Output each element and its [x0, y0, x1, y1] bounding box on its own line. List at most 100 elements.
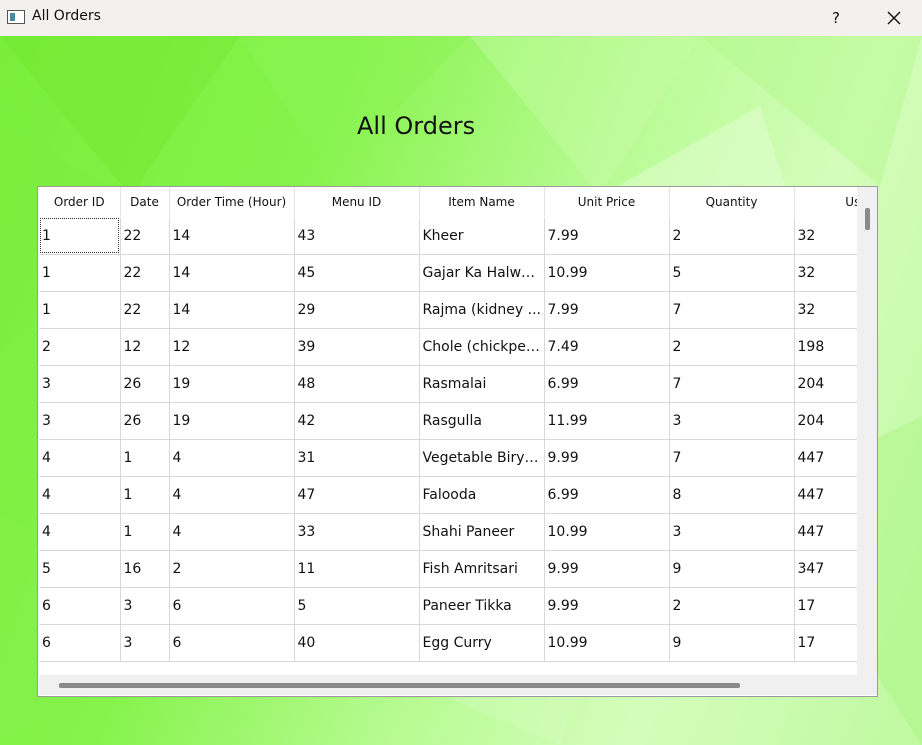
cell-menu-id[interactable]: 42	[294, 402, 420, 440]
orders-table[interactable]: Order ID Date Order Time (Hour) Menu ID …	[37, 186, 878, 697]
cell-quantity[interactable]: 9	[669, 624, 795, 662]
cell-order-id[interactable]: 6	[39, 624, 121, 662]
cell-user[interactable]: 204	[794, 402, 857, 440]
cell-item-name[interactable]: Gajar Ka Halwa ...	[419, 254, 545, 292]
cell-order-time[interactable]: 19	[169, 365, 295, 403]
cell-user[interactable]: 198	[794, 328, 857, 366]
cell-user[interactable]: 32	[794, 291, 857, 329]
help-button[interactable]: ?	[818, 4, 854, 32]
cell-quantity[interactable]: 2	[669, 217, 795, 255]
cell-menu-id[interactable]: 33	[294, 513, 420, 551]
cell-date[interactable]: 22	[120, 217, 170, 255]
horizontal-scroll-thumb[interactable]	[59, 683, 740, 688]
table-row[interactable]: 2 12 12 39 Chole (chickpea... 7.49 2 198	[39, 328, 857, 366]
table-row[interactable]: 1 22 14 43 Kheer 7.99 2 32	[39, 217, 857, 255]
cell-user[interactable]: 447	[794, 439, 857, 477]
cell-unit-price[interactable]: 9.99	[544, 587, 670, 625]
cell-quantity[interactable]: 7	[669, 365, 795, 403]
cell-order-time[interactable]: 6	[169, 624, 295, 662]
cell-order-id[interactable]: 1	[39, 254, 121, 292]
cell-quantity[interactable]: 3	[669, 402, 795, 440]
cell-unit-price[interactable]: 7.99	[544, 291, 670, 329]
cell-order-id[interactable]: 4	[39, 513, 121, 551]
cell-menu-id[interactable]: 5	[294, 587, 420, 625]
cell-unit-price[interactable]: 10.99	[544, 513, 670, 551]
cell-date[interactable]: 26	[120, 365, 170, 403]
cell-order-id[interactable]: 1	[39, 217, 121, 255]
cell-menu-id[interactable]: 40	[294, 624, 420, 662]
table-row[interactable]: 4 1 4 47 Falooda 6.99 8 447	[39, 476, 857, 514]
table-row[interactable]: 4 1 4 33 Shahi Paneer 10.99 3 447	[39, 513, 857, 551]
cell-item-name[interactable]: Kheer	[419, 217, 545, 255]
cell-user[interactable]: 17	[794, 587, 857, 625]
cell-order-time[interactable]: 2	[169, 550, 295, 588]
cell-menu-id[interactable]: 47	[294, 476, 420, 514]
vertical-scrollbar[interactable]	[857, 187, 877, 675]
column-header-date[interactable]: Date	[120, 187, 170, 218]
cell-date[interactable]: 1	[120, 476, 170, 514]
cell-quantity[interactable]: 7	[669, 439, 795, 477]
cell-quantity[interactable]: 2	[669, 587, 795, 625]
cell-user[interactable]: 17	[794, 624, 857, 662]
cell-user[interactable]: 204	[794, 365, 857, 403]
table-row[interactable]: 5 16 2 11 Fish Amritsari 9.99 9 347	[39, 550, 857, 588]
cell-date[interactable]: 22	[120, 291, 170, 329]
cell-order-id[interactable]: 2	[39, 328, 121, 366]
cell-order-time[interactable]: 4	[169, 439, 295, 477]
vertical-scroll-thumb[interactable]	[865, 208, 870, 230]
column-header-user[interactable]: Use	[794, 187, 857, 218]
cell-order-time[interactable]: 19	[169, 402, 295, 440]
cell-menu-id[interactable]: 31	[294, 439, 420, 477]
column-header-order-time[interactable]: Order Time (Hour)	[169, 187, 295, 218]
cell-date[interactable]: 1	[120, 439, 170, 477]
cell-order-id[interactable]: 4	[39, 476, 121, 514]
cell-user[interactable]: 32	[794, 254, 857, 292]
table-row[interactable]: 3 26 19 48 Rasmalai 6.99 7 204	[39, 365, 857, 403]
cell-unit-price[interactable]: 6.99	[544, 476, 670, 514]
column-header-quantity[interactable]: Quantity	[669, 187, 795, 218]
cell-item-name[interactable]: Rajma (kidney ...	[419, 291, 545, 329]
cell-unit-price[interactable]: 10.99	[544, 624, 670, 662]
cell-menu-id[interactable]: 48	[294, 365, 420, 403]
cell-order-time[interactable]: 12	[169, 328, 295, 366]
cell-user[interactable]: 447	[794, 476, 857, 514]
cell-quantity[interactable]: 7	[669, 291, 795, 329]
cell-item-name[interactable]: Shahi Paneer	[419, 513, 545, 551]
cell-unit-price[interactable]: 7.99	[544, 217, 670, 255]
table-row[interactable]: 3 26 19 42 Rasgulla 11.99 3 204	[39, 402, 857, 440]
cell-item-name[interactable]: Vegetable Biryani	[419, 439, 545, 477]
cell-date[interactable]: 12	[120, 328, 170, 366]
cell-order-id[interactable]: 6	[39, 587, 121, 625]
cell-user[interactable]: 347	[794, 550, 857, 588]
cell-quantity[interactable]: 8	[669, 476, 795, 514]
cell-menu-id[interactable]: 43	[294, 217, 420, 255]
cell-order-time[interactable]: 6	[169, 587, 295, 625]
cell-unit-price[interactable]: 9.99	[544, 439, 670, 477]
cell-order-time[interactable]: 14	[169, 291, 295, 329]
cell-order-time[interactable]: 14	[169, 217, 295, 255]
cell-menu-id[interactable]: 29	[294, 291, 420, 329]
cell-unit-price[interactable]: 9.99	[544, 550, 670, 588]
horizontal-scrollbar[interactable]	[39, 675, 857, 695]
cell-order-id[interactable]: 3	[39, 365, 121, 403]
cell-date[interactable]: 3	[120, 587, 170, 625]
cell-user[interactable]: 32	[794, 217, 857, 255]
cell-order-time[interactable]: 14	[169, 254, 295, 292]
table-row[interactable]: 6 3 6 40 Egg Curry 10.99 9 17	[39, 624, 857, 662]
cell-user[interactable]: 447	[794, 513, 857, 551]
cell-order-id[interactable]: 1	[39, 291, 121, 329]
column-header-unit-price[interactable]: Unit Price	[544, 187, 670, 218]
table-row[interactable]: 1 22 14 29 Rajma (kidney ... 7.99 7 32	[39, 291, 857, 329]
cell-date[interactable]: 1	[120, 513, 170, 551]
cell-item-name[interactable]: Chole (chickpea...	[419, 328, 545, 366]
cell-unit-price[interactable]: 6.99	[544, 365, 670, 403]
cell-quantity[interactable]: 3	[669, 513, 795, 551]
table-row[interactable]: 4 1 4 31 Vegetable Biryani 9.99 7 447	[39, 439, 857, 477]
cell-order-time[interactable]: 4	[169, 476, 295, 514]
cell-unit-price[interactable]: 10.99	[544, 254, 670, 292]
cell-date[interactable]: 22	[120, 254, 170, 292]
cell-quantity[interactable]: 5	[669, 254, 795, 292]
cell-item-name[interactable]: Falooda	[419, 476, 545, 514]
table-row[interactable]: 1 22 14 45 Gajar Ka Halwa ... 10.99 5 32	[39, 254, 857, 292]
cell-item-name[interactable]: Fish Amritsari	[419, 550, 545, 588]
